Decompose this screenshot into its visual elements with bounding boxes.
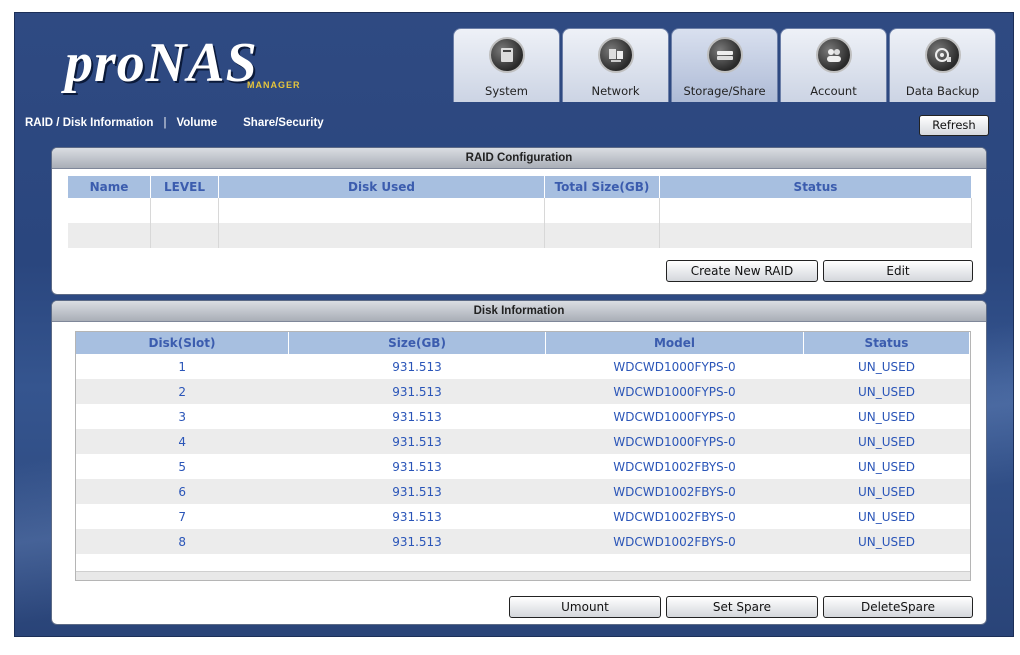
- disk-model: WDCWD1000FYPS-0: [545, 379, 804, 404]
- disk-size: 931.513: [288, 379, 546, 404]
- raid-configuration-panel: RAID Configuration Name LEVEL Disk Used …: [51, 147, 987, 295]
- disk-table-container: Disk(Slot) Size(GB) Model Status 1 931.5…: [75, 331, 971, 581]
- disk-slot: 4: [76, 429, 289, 454]
- disk-status: UN_USED: [803, 479, 970, 504]
- disk-status: UN_USED: [803, 379, 970, 404]
- disk-slot: 1: [178, 359, 187, 374]
- raid-table-header: Name LEVEL Disk Used Total Size(GB) Stat…: [68, 176, 972, 198]
- column-header-model[interactable]: Model: [545, 332, 804, 354]
- disk-model: WDCWD1002FBYS-0: [545, 529, 804, 554]
- backup-icon: [925, 37, 961, 73]
- edit-raid-button[interactable]: Edit: [823, 260, 973, 282]
- column-header-status[interactable]: Status: [659, 176, 972, 198]
- disk-slot: 6: [76, 479, 289, 504]
- subnav-share-security[interactable]: Share/Security: [243, 117, 324, 129]
- tab-data-backup[interactable]: Data Backup: [889, 28, 996, 102]
- subnav-raid-disk-info[interactable]: RAID / Disk Information: [25, 117, 153, 129]
- tab-label: Data Backup: [905, 84, 980, 98]
- disk-model: WDCWD1002FBYS-0: [545, 479, 804, 504]
- disk-size: 931.513: [288, 479, 546, 504]
- disk-information-panel: Disk Information Disk(Slot) Size(GB) Mod…: [51, 300, 987, 625]
- disk-status: UN_USED: [858, 409, 915, 424]
- disk-model: WDCWD1002FBYS-0: [613, 509, 736, 524]
- table-row[interactable]: 4 931.513 WDCWD1000FYPS-0 UN_USED: [76, 429, 970, 454]
- tab-label: Network: [591, 84, 640, 98]
- table-row[interactable]: 5 931.513 WDCWD1002FBYS-0 UN_USED: [76, 454, 970, 479]
- tab-label: Storage/Share: [683, 84, 766, 98]
- disk-size: 931.513: [288, 529, 546, 554]
- system-icon: [489, 37, 525, 73]
- raid-table: Name LEVEL Disk Used Total Size(GB) Stat…: [68, 176, 972, 248]
- table-row[interactable]: 1 931.513 WDCWD1000FYPS-0 UN_USED: [76, 354, 970, 379]
- disk-slot: 8: [76, 529, 289, 554]
- storage-icon: [707, 37, 743, 73]
- disk-panel-title: Disk Information: [52, 301, 986, 322]
- sub-navigation: RAID / Disk Information | Volume Share/S…: [25, 117, 334, 129]
- disk-slot: 3: [178, 409, 187, 424]
- app-window: proNAS MANAGER System Network Storage/Sh…: [14, 12, 1014, 637]
- disk-size: 931.513: [392, 409, 442, 424]
- disk-model: WDCWD1000FYPS-0: [613, 359, 736, 374]
- network-icon: [598, 37, 634, 73]
- horizontal-scrollbar[interactable]: [76, 571, 970, 580]
- disk-model: WDCWD1000FYPS-0: [545, 429, 804, 454]
- table-row[interactable]: 8 931.513 WDCWD1002FBYS-0 UN_USED: [76, 529, 970, 554]
- table-row[interactable]: 6 931.513 WDCWD1002FBYS-0 UN_USED: [76, 479, 970, 504]
- set-spare-button[interactable]: Set Spare: [666, 596, 818, 618]
- tab-label: System: [485, 84, 528, 98]
- tab-storage-share[interactable]: Storage/Share: [671, 28, 778, 102]
- table-row[interactable]: 7 931.513 WDCWD1002FBYS-0 UN_USED: [76, 504, 970, 529]
- column-header-level[interactable]: LEVEL: [150, 176, 219, 198]
- disk-status: UN_USED: [803, 529, 970, 554]
- disk-status: UN_USED: [858, 459, 915, 474]
- disk-status: UN_USED: [858, 509, 915, 524]
- table-row: [68, 223, 972, 248]
- disk-model: WDCWD1000FYPS-0: [613, 409, 736, 424]
- disk-status: UN_USED: [858, 359, 915, 374]
- disk-model: WDCWD1002FBYS-0: [613, 459, 736, 474]
- tab-account[interactable]: Account: [780, 28, 887, 102]
- column-header-disk-used[interactable]: Disk Used: [218, 176, 545, 198]
- column-header-disk-slot[interactable]: Disk(Slot): [76, 332, 289, 354]
- logo-subtitle: MANAGER: [247, 80, 301, 90]
- disk-status: UN_USED: [803, 429, 970, 454]
- disk-slot: 5: [178, 459, 187, 474]
- table-row[interactable]: 2 931.513 WDCWD1000FYPS-0 UN_USED: [76, 379, 970, 404]
- tab-network[interactable]: Network: [562, 28, 669, 102]
- disk-size: 931.513: [392, 459, 442, 474]
- column-header-status[interactable]: Status: [803, 332, 970, 354]
- disk-size: 931.513: [392, 509, 442, 524]
- logo: proNAS: [65, 32, 258, 94]
- main-nav: System Network Storage/Share Account Dat…: [453, 28, 996, 102]
- umount-button[interactable]: Umount: [509, 596, 661, 618]
- subnav-volume[interactable]: Volume: [176, 117, 217, 129]
- table-row[interactable]: 3 931.513 WDCWD1000FYPS-0 UN_USED: [76, 404, 970, 429]
- delete-spare-button[interactable]: DeleteSpare: [823, 596, 973, 618]
- disk-size: 931.513: [288, 429, 546, 454]
- column-header-size[interactable]: Size(GB): [288, 332, 546, 354]
- disk-table-header: Disk(Slot) Size(GB) Model Status: [76, 332, 970, 354]
- disk-slot: 2: [76, 379, 289, 404]
- create-new-raid-button[interactable]: Create New RAID: [666, 260, 818, 282]
- tab-system[interactable]: System: [453, 28, 560, 102]
- raid-panel-title: RAID Configuration: [52, 148, 986, 169]
- column-header-name[interactable]: Name: [68, 176, 151, 198]
- header: proNAS MANAGER System Network Storage/Sh…: [15, 13, 1013, 105]
- column-header-total-size[interactable]: Total Size(GB): [544, 176, 660, 198]
- tab-label: Account: [810, 84, 857, 98]
- disk-slot: 7: [178, 509, 187, 524]
- table-row: [68, 198, 972, 223]
- subnav-separator: |: [163, 117, 167, 129]
- account-icon: [816, 37, 852, 73]
- refresh-button[interactable]: Refresh: [919, 115, 989, 136]
- disk-size: 931.513: [392, 359, 442, 374]
- disk-table: Disk(Slot) Size(GB) Model Status 1 931.5…: [76, 332, 970, 554]
